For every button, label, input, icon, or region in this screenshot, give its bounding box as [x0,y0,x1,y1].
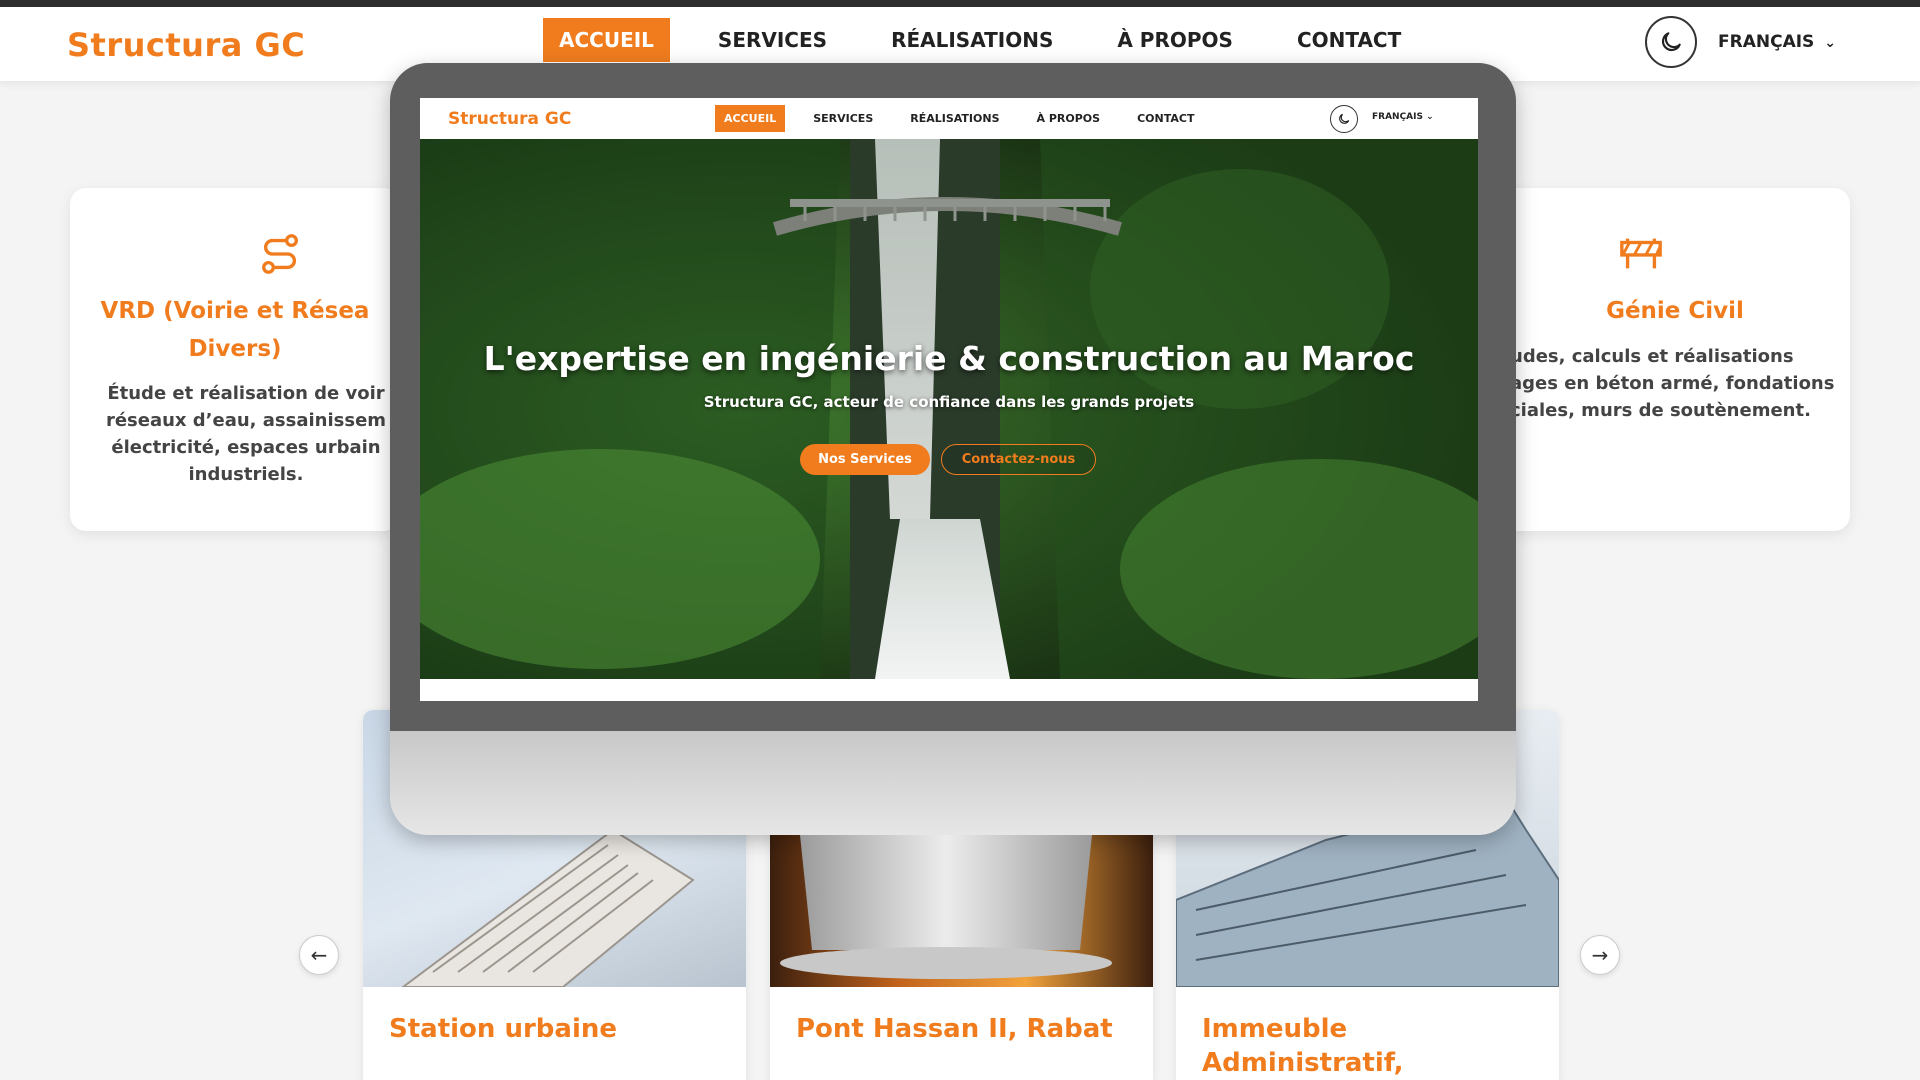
nav-realisations[interactable]: RÉALISATIONS [875,18,1069,62]
screen-theme-toggle[interactable] [1330,105,1358,133]
chevron-down-icon: ⌄ [1824,35,1837,51]
service-card-genie-civil: Génie Civil udes, calculs et réalisation… [1500,188,1850,531]
hero-subtitle: Structura GC, acteur de confiance dans l… [703,393,1195,411]
nav-a-propos[interactable]: À PROPOS [1101,18,1249,62]
nav-contact[interactable]: CONTACT [1281,18,1417,62]
screen-header: Structura GC ACCUEIL SERVICES RÉALISATIO… [420,98,1478,139]
theme-toggle-button[interactable] [1645,16,1697,68]
monitor-screen: Structura GC ACCUEIL SERVICES RÉALISATIO… [420,98,1478,701]
barrier-icon [1620,238,1662,269]
moon-icon [1661,32,1681,52]
hero-title: L'expertise en ingénierie & construction… [483,339,1415,378]
monitor-chin [390,731,1516,835]
screen-nav-realisations[interactable]: RÉALISATIONS [901,105,1008,132]
monitor-mockup: Structura GC ACCUEIL SERVICES RÉALISATIO… [390,63,1516,835]
contact-button[interactable]: Contactez-nous [941,444,1096,475]
route-icon [262,234,298,274]
service-card-vrd: VRD (Voirie et Résea Divers) Étude et ré… [70,188,400,531]
arrow-right-icon: → [1591,943,1609,967]
screen-language-select[interactable]: FRANÇAIS ⌄ [1372,112,1434,122]
language-select[interactable]: FRANÇAIS ⌄ [1718,32,1836,52]
project-title: Pont Hassan II, Rabat [796,1014,1113,1044]
service-description: udes, calculs et réalisations ages en bé… [1510,346,1835,421]
screen-nav-contact[interactable]: CONTACT [1128,105,1203,132]
language-label: FRANÇAIS [1718,32,1815,52]
project-title: Station urbaine [389,1014,618,1044]
carousel-prev-button[interactable]: ← [299,935,339,975]
nav-accueil[interactable]: ACCUEIL [543,18,670,62]
carousel-next-button[interactable]: → [1580,935,1620,975]
nav-services[interactable]: SERVICES [702,18,843,62]
main-nav: ACCUEIL SERVICES RÉALISATIONS À PROPOS C… [543,18,1449,62]
hero-section: L'expertise en ingénierie & construction… [420,139,1478,679]
moon-icon [1339,113,1350,124]
screen-nav: ACCUEIL SERVICES RÉALISATIONS À PROPOS C… [715,105,1222,132]
screen-logo[interactable]: Structura GC [448,109,571,129]
screen-language-label: FRANÇAIS [1372,112,1423,122]
service-title: VRD (Voirie et Résea Divers) [100,298,370,362]
top-dark-strip [0,0,1920,7]
monitor-stand [780,835,1112,979]
screen-nav-accueil[interactable]: ACCUEIL [715,105,786,132]
screen-nav-services[interactable]: SERVICES [804,105,882,132]
arrow-left-icon: ← [310,943,328,967]
service-title: Génie Civil [1606,298,1744,324]
services-button[interactable]: Nos Services [800,444,930,475]
site-logo[interactable]: Structura GC [67,26,305,64]
chevron-down-icon: ⌄ [1426,112,1434,122]
project-title: Immeuble Administratif, [1202,1014,1404,1078]
screen-nav-a-propos[interactable]: À PROPOS [1028,105,1110,132]
service-description: Étude et réalisation de voir réseaux d’e… [105,383,387,485]
